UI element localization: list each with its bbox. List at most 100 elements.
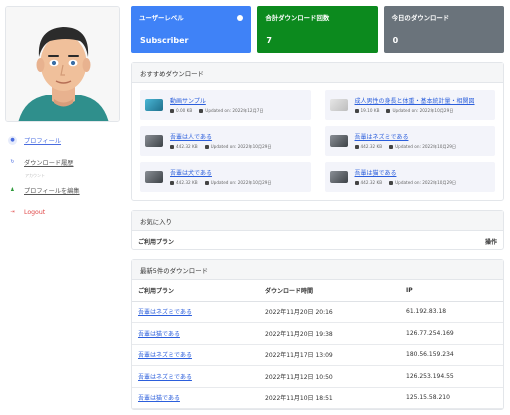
- updated-date-text: Updated on: 2022年10月29日: [210, 144, 272, 149]
- stat-title: 合計ダウンロード回数: [265, 14, 330, 22]
- stat-title: ユーザーレベル: [139, 14, 184, 22]
- table-row: 吾輩はネズミである 2022年11月17日 13:09 180.56.159.234: [132, 344, 503, 366]
- download-title-link[interactable]: 吾輩は猫である: [355, 168, 457, 177]
- file-size: 442.32 KB: [170, 144, 198, 150]
- thumbnail-doc-icon: [329, 99, 348, 111]
- download-title-link[interactable]: 吾輩は人である: [170, 132, 272, 141]
- download-item[interactable]: 吾輩は猫である 442.32 KB Updated on: 2022年10月29日: [324, 162, 495, 192]
- download-grid: 動画サンプル 0.00 KB Updated on: 2022年12月7日 成人男性の…: [132, 83, 503, 200]
- table-row: 吾輩は猫である 2022年11月20日 19:38 126.77.254.169: [132, 322, 503, 345]
- stat-user-level: ユーザーレベル Subscriber: [131, 6, 252, 53]
- download-item[interactable]: 吾輩はネズミである 442.32 KB Updated on: 2022年10月29…: [324, 126, 495, 156]
- sidebar-item-label: プロフィール: [24, 137, 62, 145]
- download-meta: 442.32 KB Updated on: 2022年10月29日: [354, 144, 457, 150]
- card-title: お気に入り: [132, 211, 503, 231]
- plan-link[interactable]: 吾輩はネズミである: [132, 344, 259, 366]
- updated-date: Updated on: 2022年10月29日: [204, 144, 272, 150]
- download-time-cell: 2022年11月17日 13:09: [259, 344, 400, 366]
- download-time-cell: 2022年11月20日 20:16: [259, 301, 400, 323]
- plan-link[interactable]: 吾輩はネズミである: [132, 301, 259, 323]
- file-icon: [354, 109, 359, 113]
- download-item[interactable]: 吾輩は犬である 442.32 KB Updated on: 2022年10月29日: [140, 162, 311, 192]
- favorites-header-row: ご利用プラン 操作: [132, 231, 503, 249]
- stat-value: Subscriber: [140, 36, 189, 45]
- download-meta: 0.00 KB Updated on: 2022年12月7日: [170, 108, 264, 114]
- recent-downloads-card: 最新5件のダウンロード ご利用プラン ダウンロード時間 IP 吾輩はネズミである…: [131, 259, 504, 410]
- sidebar: ● プロフィール ↻ ダウンロード履歴 アカウント ♟ プロフィールを編集 ⇥ …: [0, 0, 124, 415]
- file-size: 442.32 KB: [354, 180, 382, 186]
- download-meta: 442.32 KB Updated on: 2022年10月29日: [170, 180, 272, 186]
- history-icon: ↻: [10, 159, 15, 165]
- updated-date-text: Updated on: 2022年10月29日: [395, 144, 457, 149]
- sidebar-item-profile[interactable]: ● プロフィール: [8, 133, 120, 147]
- thumbnail-book-icon: [329, 171, 348, 183]
- sidebar-item-download-history[interactable]: ↻ ダウンロード履歴: [8, 155, 120, 169]
- thumbnail-book-icon: [329, 135, 348, 147]
- file-size-text: 0.00 KB: [176, 108, 193, 113]
- thumbnail-video-icon: [145, 99, 163, 111]
- file-icon: [170, 181, 174, 185]
- updated-date: Updated on: 2022年12月7日: [199, 108, 264, 114]
- ip-cell: 126.77.254.169: [400, 322, 503, 345]
- download-title-link[interactable]: 吾輩は犬である: [170, 168, 272, 177]
- calendar-icon: [199, 109, 204, 113]
- card-title: 最新5件のダウンロード: [132, 260, 503, 280]
- main-content: ユーザーレベル Subscriber 合計ダウンロード回数 7 今日のダウンロー…: [131, 6, 504, 410]
- sidebar-item-label: Logout: [24, 208, 46, 216]
- file-size: 0.00 KB: [170, 108, 192, 114]
- download-time-cell: 2022年11月12日 10:50: [259, 365, 400, 388]
- sidebar-item-label: プロフィールを編集: [24, 187, 80, 195]
- column-header-plan: ご利用プラン: [138, 239, 175, 246]
- menu-separator: アカウント: [25, 173, 45, 178]
- updated-date: Updated on: 2022年10月29日: [204, 180, 272, 186]
- download-item[interactable]: 動画サンプル 0.00 KB Updated on: 2022年12月7日: [140, 90, 311, 120]
- download-meta: 442.32 KB Updated on: 2022年10月29日: [354, 180, 456, 186]
- plan-link[interactable]: 吾輩は猫である: [132, 322, 259, 345]
- ip-cell: 180.56.159.234: [400, 344, 503, 366]
- file-size: 19.10 KB: [354, 108, 380, 114]
- stat-title: 今日のダウンロード: [391, 14, 450, 22]
- recent-downloads-table: ご利用プラン ダウンロード時間 IP 吾輩はネズミである 2022年11月20日 …: [132, 280, 503, 409]
- table-row: 吾輩はネズミである 2022年11月20日 20:16 61.192.83.18: [132, 301, 503, 323]
- file-icon: [170, 109, 174, 113]
- download-title-link[interactable]: 動画サンプル: [170, 96, 264, 105]
- plan-link[interactable]: 吾輩は猫である: [132, 387, 259, 409]
- download-item[interactable]: 成人男性の身長と体重・基本統計量・相関図 19.10 KB Updated on: …: [324, 90, 495, 120]
- updated-date: Updated on: 2022年10月29日: [389, 180, 456, 186]
- stat-value: 7: [266, 36, 272, 45]
- file-size-text: 19.10 KB: [360, 108, 380, 113]
- stats-row: ユーザーレベル Subscriber 合計ダウンロード回数 7 今日のダウンロー…: [131, 6, 504, 53]
- calendar-icon: [386, 109, 391, 113]
- file-size: 442.32 KB: [170, 180, 198, 186]
- avatar: [5, 6, 120, 122]
- stat-total-downloads: 合計ダウンロード回数 7: [257, 6, 378, 53]
- ip-cell: 125.15.58.210: [400, 387, 503, 409]
- sidebar-menu: ● プロフィール ↻ ダウンロード履歴 アカウント ♟ プロフィールを編集 ⇥ …: [8, 133, 120, 227]
- file-size-text: 442.32 KB: [360, 144, 383, 149]
- download-title-link[interactable]: 吾輩はネズミである: [355, 132, 457, 141]
- ip-cell: 61.192.83.18: [400, 301, 503, 323]
- updated-date-text: Updated on: 2022年10月29日: [210, 180, 272, 185]
- calendar-icon: [389, 145, 394, 149]
- logout-icon: ⇥: [10, 209, 15, 215]
- file-icon: [354, 145, 359, 149]
- profile-icon: ●: [8, 135, 17, 145]
- favorites-card: お気に入り ご利用プラン 操作: [131, 210, 504, 250]
- column-header-action: 操作: [484, 239, 497, 246]
- download-title-link[interactable]: 成人男性の身長と体重・基本統計量・相関図: [355, 96, 475, 105]
- sidebar-item-edit-profile[interactable]: ♟ プロフィールを編集: [8, 183, 120, 197]
- thumbnail-book-icon: [145, 135, 163, 147]
- download-time-cell: 2022年11月20日 19:38: [259, 322, 400, 345]
- sidebar-item-label: ダウンロード履歴: [24, 159, 74, 167]
- table-header-row: ご利用プラン ダウンロード時間 IP: [132, 280, 503, 302]
- sidebar-item-logout[interactable]: ⇥ Logout: [8, 205, 120, 219]
- download-meta: 442.32 KB Updated on: 2022年10月29日: [170, 144, 272, 150]
- column-header: ダウンロード時間: [259, 280, 400, 302]
- download-item[interactable]: 吾輩は人である 442.32 KB Updated on: 2022年10月29日: [140, 126, 311, 156]
- file-size-text: 442.32 KB: [176, 180, 198, 185]
- file-icon: [170, 145, 174, 149]
- file-size-text: 442.32 KB: [176, 144, 198, 149]
- plan-link[interactable]: 吾輩はネズミである: [132, 365, 259, 388]
- updated-date-text: Updated on: 2022年10月29日: [392, 108, 454, 113]
- thumbnail-book-icon: [145, 171, 163, 183]
